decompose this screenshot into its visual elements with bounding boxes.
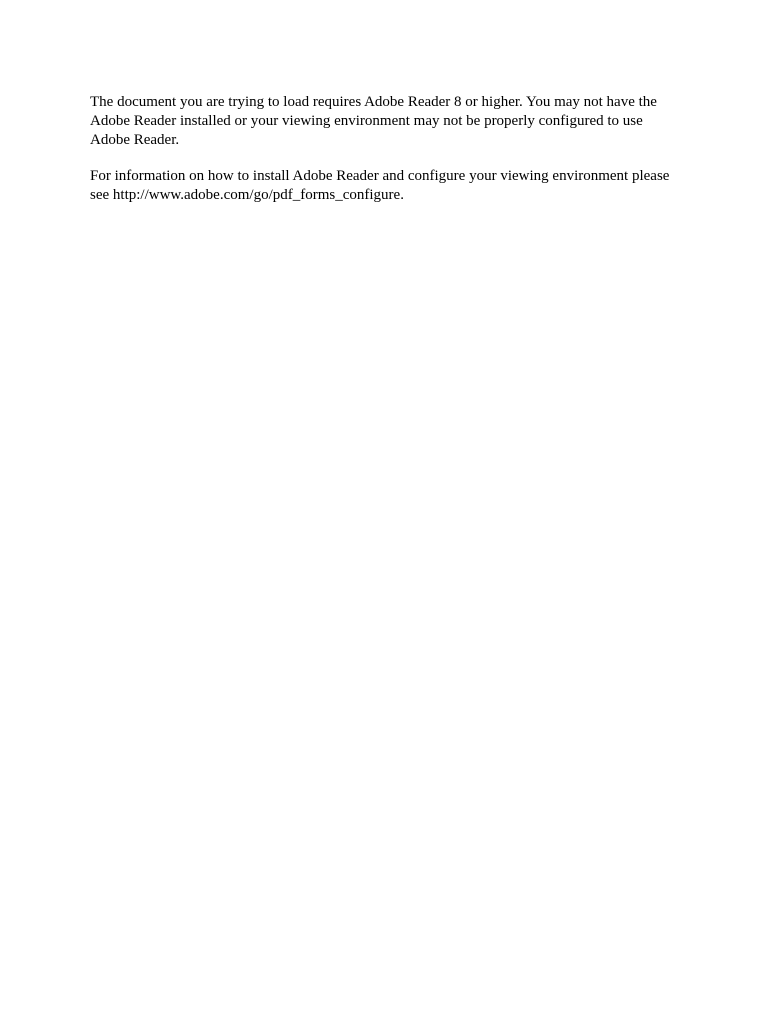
error-message-paragraph-2: For information on how to install Adobe … (90, 167, 680, 205)
adobe-config-link[interactable]: http://www.adobe.com/go/pdf_forms_config… (113, 187, 400, 203)
instruction-text-suffix: . (400, 187, 404, 203)
error-text-1: The document you are trying to load requ… (90, 94, 657, 148)
error-message-paragraph-1: The document you are trying to load requ… (90, 93, 680, 149)
